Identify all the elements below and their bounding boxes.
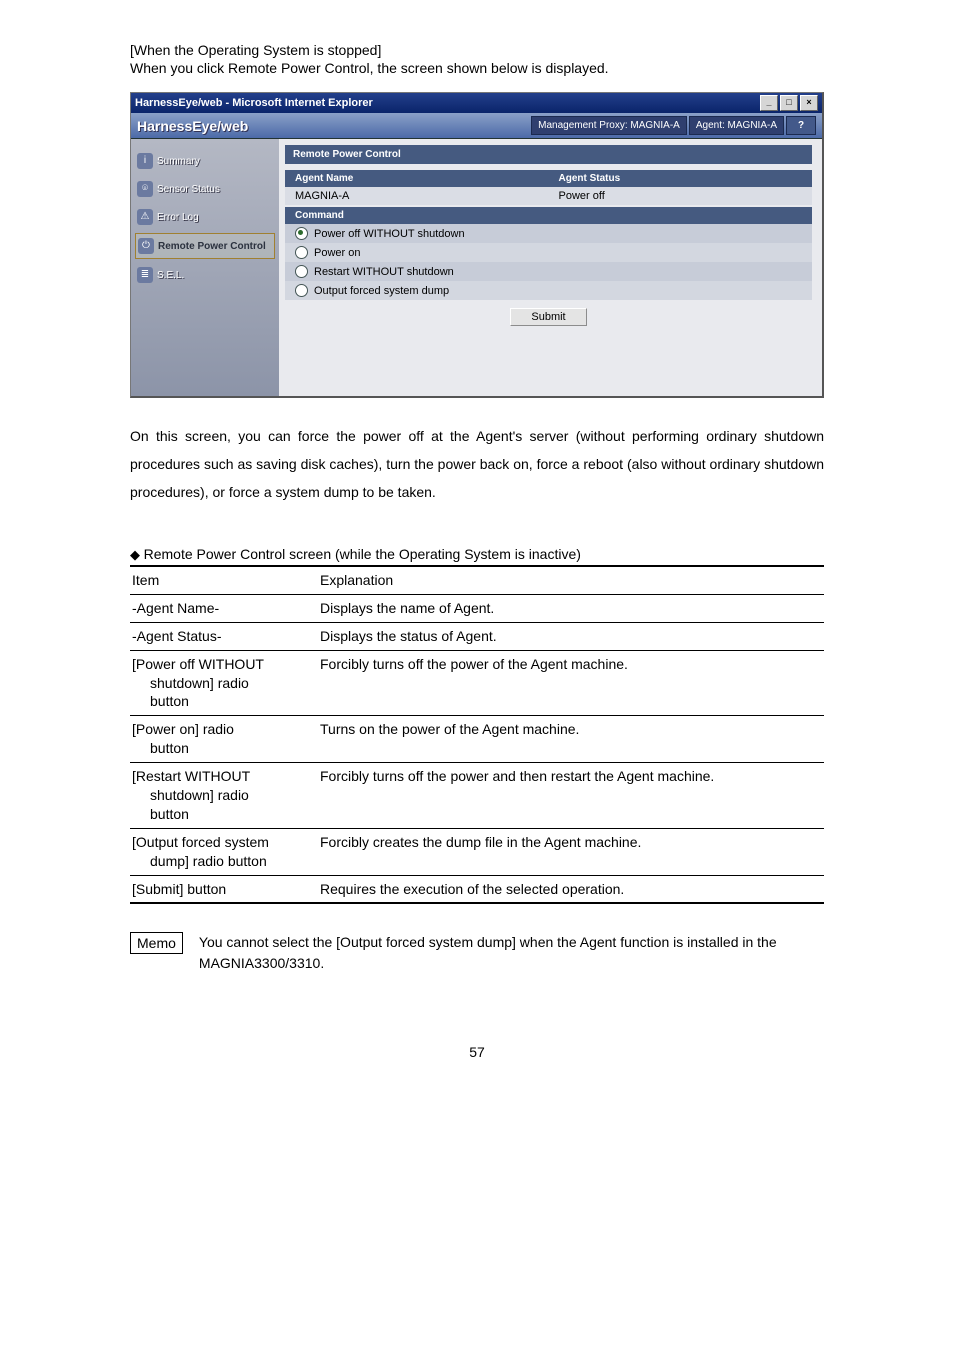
agent-table: Agent Name Agent Status MAGNIA-A Power o… xyxy=(285,170,812,205)
submit-button[interactable]: Submit xyxy=(510,308,586,326)
legend-item: [Restart WITHOUT shutdown] radio button xyxy=(130,763,318,829)
sidebar-item-sensor[interactable]: ⌾ Sensor Status xyxy=(135,177,275,201)
cmd-label: Output forced system dump xyxy=(314,285,449,297)
help-button[interactable]: ? xyxy=(786,116,816,135)
memo-text: You cannot select the [Output forced sys… xyxy=(199,932,824,974)
maximize-icon[interactable]: □ xyxy=(780,95,798,111)
legend-table: Item Explanation -Agent Name- Displays t… xyxy=(130,565,824,904)
sidebar-item-summary[interactable]: i Summary xyxy=(135,149,275,173)
window-title: HarnessEye/web - Microsoft Internet Expl… xyxy=(135,97,373,109)
sensor-icon: ⌾ xyxy=(137,181,153,197)
legend-expl: Forcibly creates the dump file in the Ag… xyxy=(318,828,824,875)
cmd-row-restart[interactable]: Restart WITHOUT shutdown xyxy=(285,262,812,281)
col-agent-status: Agent Status xyxy=(549,170,813,187)
legend-h1: Item xyxy=(130,566,318,594)
cmd-label: Power off WITHOUT shutdown xyxy=(314,228,465,240)
branding-bar: HarnessEye/web Management Proxy: MAGNIA-… xyxy=(131,113,822,139)
close-icon[interactable]: × xyxy=(800,95,818,111)
radio-poweron[interactable] xyxy=(295,246,308,259)
sidebar-item-remote-power[interactable]: ⏻ Remote Power Control xyxy=(135,233,275,259)
sidebar-item-label: Sensor Status xyxy=(157,184,220,195)
legend-expl: Turns on the power of the Agent machine. xyxy=(318,716,824,763)
info-icon: i xyxy=(137,153,153,169)
command-header: Command xyxy=(285,207,812,224)
legend-expl: Forcibly turns off the power and then re… xyxy=(318,763,824,829)
description-paragraph: On this screen, you can force the power … xyxy=(130,422,824,506)
legend-expl: Displays the name of Agent. xyxy=(318,594,824,622)
sidebar-item-label: Summary xyxy=(157,156,200,167)
page-number: 57 xyxy=(130,1044,824,1060)
minimize-icon[interactable]: _ xyxy=(760,95,778,111)
legend-item: [Submit] button xyxy=(130,875,318,903)
legend-item: [Power off WITHOUT shutdown] radio butto… xyxy=(130,650,318,716)
titlebar: HarnessEye/web - Microsoft Internet Expl… xyxy=(131,93,822,113)
legend-h2: Explanation xyxy=(318,566,824,594)
cmd-label: Restart WITHOUT shutdown xyxy=(314,266,454,278)
cmd-row-poweroff[interactable]: Power off WITHOUT shutdown xyxy=(285,224,812,243)
log-icon: ≣ xyxy=(137,267,153,283)
agent-badge: Agent: MAGNIA-A xyxy=(689,116,784,135)
cmd-label: Power on xyxy=(314,247,360,259)
legend-expl: Forcibly turns off the power of the Agen… xyxy=(318,650,824,716)
cell-agent-name: MAGNIA-A xyxy=(285,187,549,205)
sidebar-item-label: S.E.L. xyxy=(157,270,184,281)
legend-item: -Agent Name- xyxy=(130,594,318,622)
panel-title: Remote Power Control xyxy=(285,145,812,164)
screenshot-window: HarnessEye/web - Microsoft Internet Expl… xyxy=(130,92,824,398)
main-pane: Remote Power Control Agent Name Agent St… xyxy=(279,139,822,396)
legend-title: ◆ Remote Power Control screen (while the… xyxy=(130,546,824,563)
legend-item: [Power on] radio button xyxy=(130,716,318,763)
legend-expl: Requires the execution of the selected o… xyxy=(318,875,824,903)
radio-restart[interactable] xyxy=(295,265,308,278)
legend-item: [Output forced system dump] radio button xyxy=(130,828,318,875)
radio-poweroff[interactable] xyxy=(295,227,308,240)
radio-dump[interactable] xyxy=(295,284,308,297)
cmd-row-dump[interactable]: Output forced system dump xyxy=(285,281,812,300)
sidebar-item-sel[interactable]: ≣ S.E.L. xyxy=(135,263,275,287)
brand-logo-text: HarnessEye/web xyxy=(137,118,248,134)
cell-agent-status: Power off xyxy=(549,187,813,205)
mgmt-proxy-badge: Management Proxy: MAGNIA-A xyxy=(531,116,687,135)
intro-line-1: [When the Operating System is stopped] xyxy=(130,42,824,58)
cmd-row-poweron[interactable]: Power on xyxy=(285,243,812,262)
diamond-icon: ◆ xyxy=(130,547,144,562)
power-icon: ⏻ xyxy=(138,238,154,254)
sidebar-item-label: Remote Power Control xyxy=(158,241,266,252)
sidebar-item-label: Error Log xyxy=(157,212,199,223)
sidebar-item-errorlog[interactable]: ⚠ Error Log xyxy=(135,205,275,229)
warning-icon: ⚠ xyxy=(137,209,153,225)
legend-expl: Displays the status of Agent. xyxy=(318,622,824,650)
col-agent-name: Agent Name xyxy=(285,170,549,187)
legend-item: -Agent Status- xyxy=(130,622,318,650)
memo-label-box: Memo xyxy=(130,932,183,954)
intro-line-2: When you click Remote Power Control, the… xyxy=(130,60,824,76)
sidebar: i Summary ⌾ Sensor Status ⚠ Error Log ⏻ … xyxy=(131,139,279,396)
